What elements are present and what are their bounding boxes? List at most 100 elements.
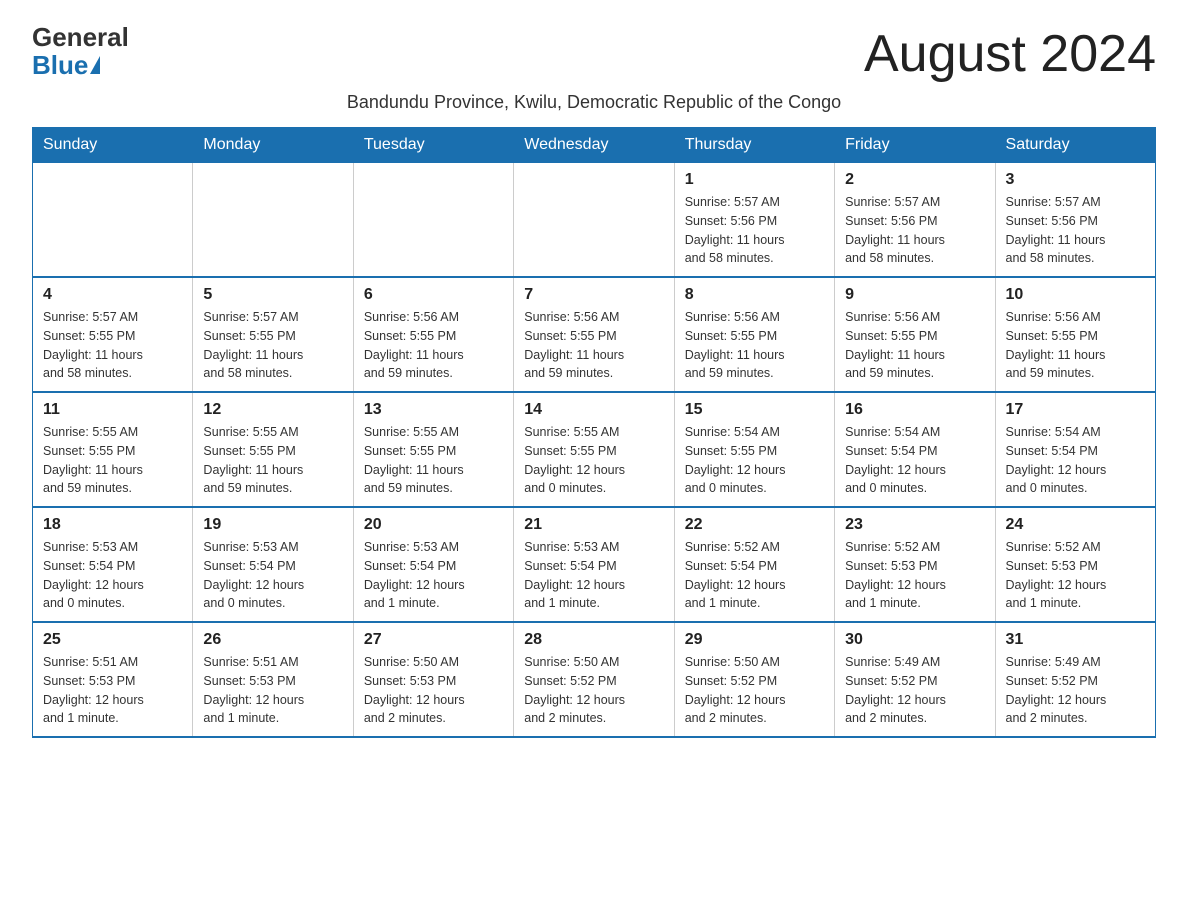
day-info: Sunrise: 5:50 AMSunset: 5:53 PMDaylight:… [364,653,503,728]
calendar-cell: 22 Sunrise: 5:52 AMSunset: 5:54 PMDayligh… [674,507,834,622]
day-number: 25 [43,631,182,649]
day-info: Sunrise: 5:53 AMSunset: 5:54 PMDaylight:… [203,538,342,613]
calendar-cell [514,163,674,278]
day-info: Sunrise: 5:55 AMSunset: 5:55 PMDaylight:… [524,423,663,498]
day-info: Sunrise: 5:54 AMSunset: 5:54 PMDaylight:… [845,423,984,498]
calendar-cell: 11 Sunrise: 5:55 AMSunset: 5:55 PMDayligh… [33,392,193,507]
calendar-cell: 7 Sunrise: 5:56 AMSunset: 5:55 PMDaylight… [514,277,674,392]
page-header: General Blue August 2024 [32,24,1156,84]
day-number: 3 [1006,171,1145,189]
day-number: 7 [524,286,663,304]
day-info: Sunrise: 5:49 AMSunset: 5:52 PMDaylight:… [845,653,984,728]
month-title: August 2024 [864,24,1156,84]
day-number: 1 [685,171,824,189]
calendar-cell: 27 Sunrise: 5:50 AMSunset: 5:53 PMDayligh… [353,622,513,737]
calendar-cell: 23Sunrise: 5:52 AMSunset: 5:53 PMDayligh… [835,507,995,622]
day-info: Sunrise: 5:54 AMSunset: 5:54 PMDaylight:… [1006,423,1145,498]
calendar-cell: 9 Sunrise: 5:56 AMSunset: 5:55 PMDaylight… [835,277,995,392]
calendar-cell: 30 Sunrise: 5:49 AMSunset: 5:52 PMDayligh… [835,622,995,737]
day-number: 9 [845,286,984,304]
day-number: 19 [203,516,342,534]
day-number: 10 [1006,286,1145,304]
calendar-week-2: 4Sunrise: 5:57 AMSunset: 5:55 PMDaylight… [33,277,1156,392]
calendar-cell: 26 Sunrise: 5:51 AMSunset: 5:53 PMDayligh… [193,622,353,737]
day-number: 15 [685,401,824,419]
day-info: Sunrise: 5:52 AMSunset: 5:54 PMDaylight:… [685,538,824,613]
day-info: Sunrise: 5:56 AMSunset: 5:55 PMDaylight:… [524,308,663,383]
day-info: Sunrise: 5:55 AMSunset: 5:55 PMDaylight:… [203,423,342,498]
day-info: Sunrise: 5:50 AMSunset: 5:52 PMDaylight:… [524,653,663,728]
logo: General Blue [32,24,129,81]
calendar-cell: 28 Sunrise: 5:50 AMSunset: 5:52 PMDayligh… [514,622,674,737]
day-info: Sunrise: 5:55 AMSunset: 5:55 PMDaylight:… [43,423,182,498]
day-number: 13 [364,401,503,419]
calendar-cell: 24 Sunrise: 5:52 AMSunset: 5:53 PMDayligh… [995,507,1155,622]
day-info: Sunrise: 5:53 AMSunset: 5:54 PMDaylight:… [364,538,503,613]
day-info: Sunrise: 5:56 AMSunset: 5:55 PMDaylight:… [845,308,984,383]
day-number: 26 [203,631,342,649]
day-number: 21 [524,516,663,534]
calendar-cell: 20Sunrise: 5:53 AMSunset: 5:54 PMDayligh… [353,507,513,622]
calendar-week-1: 1 Sunrise: 5:57 AMSunset: 5:56 PMDaylight… [33,163,1156,278]
col-header-thursday: Thursday [674,128,834,163]
calendar-cell [193,163,353,278]
day-number: 5 [203,286,342,304]
day-number: 12 [203,401,342,419]
day-number: 2 [845,171,984,189]
day-number: 14 [524,401,663,419]
calendar-cell: 4Sunrise: 5:57 AMSunset: 5:55 PMDaylight… [33,277,193,392]
location-subtitle: Bandundu Province, Kwilu, Democratic Rep… [32,92,1156,113]
day-number: 18 [43,516,182,534]
day-info: Sunrise: 5:57 AMSunset: 5:56 PMDaylight:… [845,193,984,268]
day-info: Sunrise: 5:57 AMSunset: 5:55 PMDaylight:… [43,308,182,383]
calendar-cell: 17 Sunrise: 5:54 AMSunset: 5:54 PMDayligh… [995,392,1155,507]
day-info: Sunrise: 5:57 AMSunset: 5:56 PMDaylight:… [685,193,824,268]
col-header-monday: Monday [193,128,353,163]
day-number: 29 [685,631,824,649]
day-number: 22 [685,516,824,534]
day-number: 16 [845,401,984,419]
calendar-cell: 6Sunrise: 5:56 AMSunset: 5:55 PMDaylight… [353,277,513,392]
col-header-friday: Friday [835,128,995,163]
calendar-cell: 5 Sunrise: 5:57 AMSunset: 5:55 PMDaylight… [193,277,353,392]
day-number: 17 [1006,401,1145,419]
day-info: Sunrise: 5:57 AMSunset: 5:55 PMDaylight:… [203,308,342,383]
day-number: 31 [1006,631,1145,649]
calendar-cell: 14 Sunrise: 5:55 AMSunset: 5:55 PMDayligh… [514,392,674,507]
calendar-cell [353,163,513,278]
day-info: Sunrise: 5:51 AMSunset: 5:53 PMDaylight:… [43,653,182,728]
calendar-week-4: 18 Sunrise: 5:53 AMSunset: 5:54 PMDayligh… [33,507,1156,622]
calendar-cell: 25 Sunrise: 5:51 AMSunset: 5:53 PMDayligh… [33,622,193,737]
calendar-cell: 2 Sunrise: 5:57 AMSunset: 5:56 PMDaylight… [835,163,995,278]
calendar-cell: 13Sunrise: 5:55 AMSunset: 5:55 PMDayligh… [353,392,513,507]
day-info: Sunrise: 5:57 AMSunset: 5:56 PMDaylight:… [1006,193,1145,268]
col-header-sunday: Sunday [33,128,193,163]
calendar-cell: 3 Sunrise: 5:57 AMSunset: 5:56 PMDaylight… [995,163,1155,278]
day-info: Sunrise: 5:54 AMSunset: 5:55 PMDaylight:… [685,423,824,498]
calendar-cell: 21Sunrise: 5:53 AMSunset: 5:54 PMDayligh… [514,507,674,622]
calendar-cell: 16 Sunrise: 5:54 AMSunset: 5:54 PMDayligh… [835,392,995,507]
day-info: Sunrise: 5:56 AMSunset: 5:55 PMDaylight:… [364,308,503,383]
day-number: 11 [43,401,182,419]
logo-triangle-icon [90,56,100,74]
day-info: Sunrise: 5:49 AMSunset: 5:52 PMDaylight:… [1006,653,1145,728]
day-info: Sunrise: 5:52 AMSunset: 5:53 PMDaylight:… [1006,538,1145,613]
day-info: Sunrise: 5:51 AMSunset: 5:53 PMDaylight:… [203,653,342,728]
calendar-cell: 12 Sunrise: 5:55 AMSunset: 5:55 PMDayligh… [193,392,353,507]
day-info: Sunrise: 5:52 AMSunset: 5:53 PMDaylight:… [845,538,984,613]
header-row: SundayMondayTuesdayWednesdayThursdayFrid… [33,128,1156,163]
calendar-header: SundayMondayTuesdayWednesdayThursdayFrid… [33,128,1156,163]
calendar-cell: 31 Sunrise: 5:49 AMSunset: 5:52 PMDayligh… [995,622,1155,737]
day-number: 8 [685,286,824,304]
calendar-cell: 10 Sunrise: 5:56 AMSunset: 5:55 PMDayligh… [995,277,1155,392]
day-number: 30 [845,631,984,649]
col-header-tuesday: Tuesday [353,128,513,163]
day-info: Sunrise: 5:56 AMSunset: 5:55 PMDaylight:… [685,308,824,383]
calendar-cell: 8 Sunrise: 5:56 AMSunset: 5:55 PMDaylight… [674,277,834,392]
day-number: 28 [524,631,663,649]
day-info: Sunrise: 5:56 AMSunset: 5:55 PMDaylight:… [1006,308,1145,383]
logo-blue-text: Blue [32,50,100,81]
day-number: 24 [1006,516,1145,534]
day-number: 27 [364,631,503,649]
calendar-week-5: 25 Sunrise: 5:51 AMSunset: 5:53 PMDayligh… [33,622,1156,737]
